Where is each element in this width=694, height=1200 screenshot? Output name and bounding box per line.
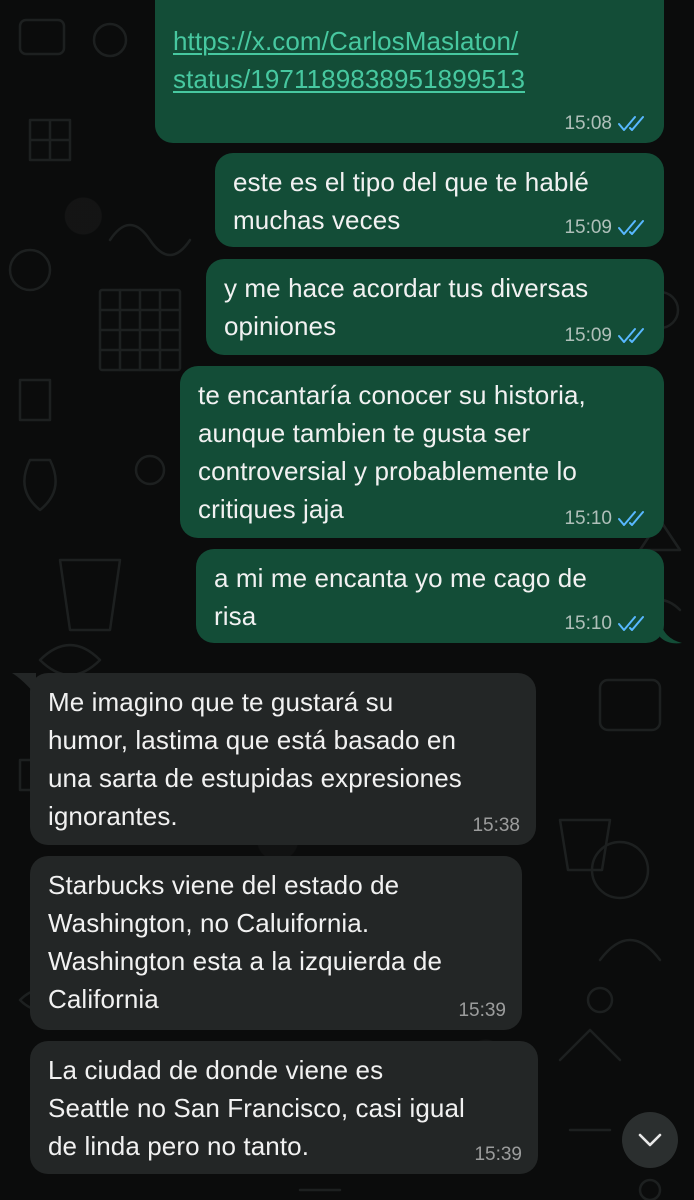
double-check-icon	[618, 616, 644, 631]
message-time: 15:09	[564, 217, 612, 238]
message-outgoing[interactable]: a mi me encanta yo me cago de risa 15:10	[196, 549, 664, 643]
message-text: La ciudad de donde viene es Seattle no S…	[48, 1055, 465, 1161]
message-time: 15:39	[474, 1144, 522, 1165]
double-check-icon	[618, 511, 644, 526]
message-meta: 15:10	[564, 613, 648, 635]
message-meta: 15:39	[458, 1000, 506, 1022]
double-check-icon	[618, 328, 644, 343]
message-outgoing[interactable]: https://x.com/CarlosMaslaton/ status/197…	[155, 0, 664, 143]
message-time: 15:39	[458, 1000, 506, 1021]
message-text: te encantaría conocer su historia, aunqu…	[198, 380, 586, 524]
message-meta: 15:09	[564, 217, 648, 239]
message-outgoing[interactable]: y me hace acordar tus diversas opiniones…	[206, 259, 664, 355]
message-meta: 15:08	[564, 113, 648, 135]
message-time: 15:10	[564, 508, 612, 529]
message-text: Starbucks viene del estado de Washington…	[48, 870, 443, 1014]
double-check-icon	[618, 116, 644, 131]
message-time: 15:08	[564, 113, 612, 134]
scroll-to-bottom-button[interactable]	[622, 1112, 678, 1168]
double-check-icon	[618, 220, 644, 235]
chevron-down-icon	[638, 1133, 662, 1147]
message-time: 15:10	[564, 613, 612, 634]
message-incoming[interactable]: La ciudad de donde viene es Seattle no S…	[30, 1041, 538, 1174]
message-outgoing[interactable]: te encantaría conocer su historia, aunqu…	[180, 366, 664, 538]
message-incoming[interactable]: Starbucks viene del estado de Washington…	[30, 856, 522, 1030]
message-meta: 15:10	[564, 508, 648, 530]
message-outgoing[interactable]: este es el tipo del que te hablé muchas …	[215, 153, 664, 247]
message-incoming[interactable]: Me imagino que te gustará su humor, last…	[30, 673, 536, 845]
message-meta: 15:39	[474, 1144, 522, 1166]
chat-background: https://x.com/CarlosMaslaton/ status/197…	[0, 0, 694, 1200]
bubble-tail	[660, 618, 682, 644]
message-link[interactable]: https://x.com/CarlosMaslaton/ status/197…	[173, 22, 646, 98]
message-time: 15:09	[564, 325, 612, 346]
message-time: 15:38	[472, 815, 520, 836]
bubble-tail	[12, 673, 36, 695]
message-meta: 15:38	[472, 815, 520, 837]
message-meta: 15:09	[564, 325, 648, 347]
message-text: Me imagino que te gustará su humor, last…	[48, 687, 462, 831]
